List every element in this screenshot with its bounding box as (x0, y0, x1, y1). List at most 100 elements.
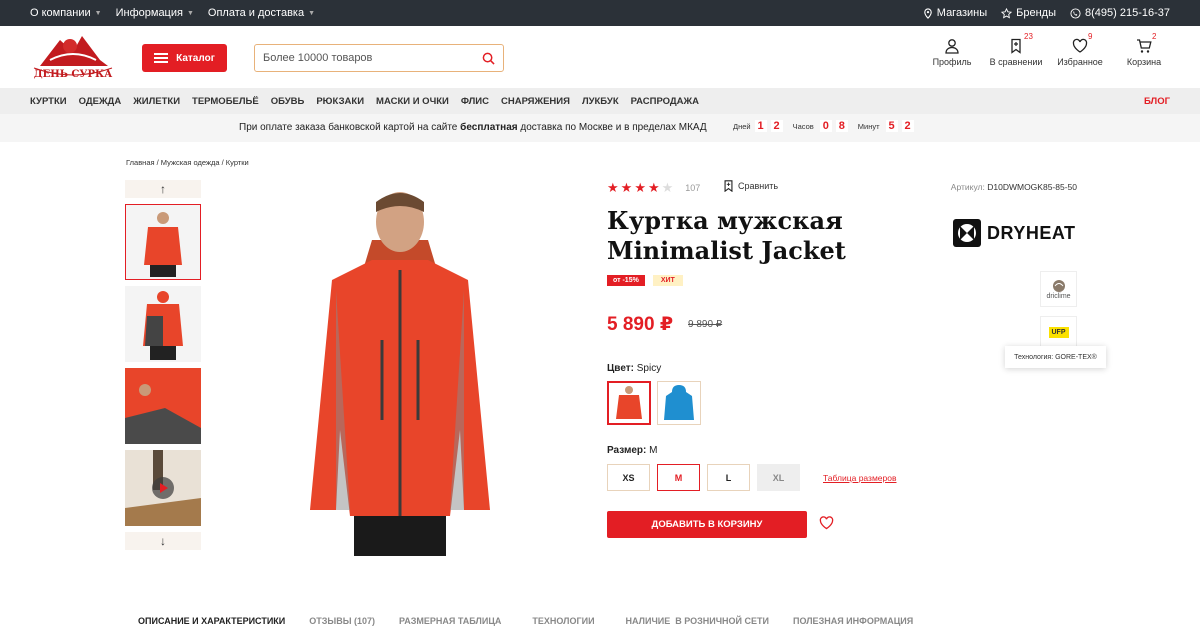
days-digit: 1 (754, 120, 767, 132)
brands-link[interactable]: Бренды (1001, 7, 1056, 19)
product-title-line1: Куртка мужская (607, 206, 843, 235)
bookmark-icon (724, 180, 733, 192)
catalog-button[interactable]: Каталог (142, 44, 227, 72)
star-icon: ★ (647, 180, 660, 195)
menu-delivery-label: Оплата и доставка (207, 7, 305, 19)
technology-tooltip: Технология: GORE-TEX® (1005, 346, 1106, 368)
phone-icon (1070, 7, 1081, 19)
compare-count-badge: 23 (1024, 32, 1033, 41)
driclime-label: driclime (1046, 292, 1071, 300)
menu-about[interactable]: О компании ▼ (30, 7, 102, 19)
compare-button[interactable]: Сравнить (723, 180, 778, 192)
stores-label: Магазины (936, 7, 988, 19)
nav-item-masks[interactable]: МАСКИ И ОЧКИ (376, 96, 449, 107)
arrow-down-icon[interactable]: ↓ (125, 532, 201, 550)
nav-item-blog[interactable]: БЛОГ (1144, 96, 1170, 107)
article-label: Артикул: (950, 182, 985, 192)
logo-text: ДЕНЬ СУРКА (34, 69, 113, 80)
thumbnail-front[interactable] (125, 204, 201, 280)
compare-link[interactable]: 23 В сравнении (984, 32, 1048, 67)
thumbnail-video[interactable] (125, 450, 201, 526)
menu-info[interactable]: Информация ▼ (116, 7, 194, 19)
nav-item-sale[interactable]: РАСПРОДАЖА (631, 96, 699, 107)
profile-label: Профиль (932, 57, 972, 67)
article-value: D10DWMOGK85-85-50 (987, 182, 1077, 192)
search-input[interactable]: Более 10000 товаров (254, 44, 504, 72)
star-icon (1001, 7, 1013, 19)
profile-link[interactable]: Профиль (920, 38, 984, 67)
tab-reviews[interactable]: ОТЗЫВЫ (107) (309, 616, 375, 626)
size-option-xl[interactable]: XL (757, 464, 800, 491)
product-title-line2: Minimalist Jacket (607, 236, 846, 265)
brands-label: Бренды (1016, 7, 1056, 19)
size-label-title: Размер: (607, 445, 647, 456)
favorites-label: Избранное (1057, 57, 1103, 67)
cart-link[interactable]: 2 Корзина (1112, 32, 1176, 67)
nav-item-shoes[interactable]: ОБУВЬ (271, 96, 305, 107)
brand-mark-icon (953, 219, 981, 247)
favorites-link[interactable]: 9 Избранное (1048, 32, 1112, 67)
article-number: Артикул: D10DWMOGK85-85-50 (951, 182, 1077, 192)
nav-item-backpacks[interactable]: РЮКЗАКИ (316, 96, 364, 107)
phone-link[interactable]: 8(495) 215-16-37 (1070, 7, 1170, 19)
heart-icon (1072, 38, 1088, 53)
menu-delivery[interactable]: Оплата и доставка ▼ (208, 7, 315, 19)
compare-button-label: Сравнить (738, 181, 779, 191)
star-empty-icon: ★ (661, 180, 674, 195)
phone-label: 8(495) 215-16-37 (1084, 7, 1170, 19)
menu-about-label: О компании (30, 7, 91, 19)
tab-useful-info[interactable]: ПОЛЕЗНАЯ ИНФОРМАЦИЯ (793, 616, 913, 626)
minutes-digit: 2 (901, 120, 914, 132)
compare-label: В сравнении (989, 57, 1043, 67)
size-table-link[interactable]: Таблица размеров (823, 473, 897, 483)
technology-ufp[interactable]: UFP (1040, 316, 1077, 348)
thumbnail-gallery: ↑ ↓ (125, 180, 201, 550)
product-title: Куртка мужская Minimalist Jacket (607, 206, 846, 266)
brand-logo[interactable]: DRYHEAT (953, 219, 1076, 247)
nav-item-fleece[interactable]: ФЛИС (461, 96, 489, 107)
size-option-xs[interactable]: XS (607, 464, 650, 491)
technology-driclime[interactable]: driclime (1040, 271, 1077, 307)
arrow-up-icon[interactable]: ↑ (125, 180, 201, 198)
header: ДЕНЬ СУРКА Каталог Более 10000 товаров П… (0, 26, 1200, 88)
nav-item-jackets[interactable]: КУРТКИ (30, 96, 67, 107)
hours-label: Часов (792, 121, 814, 131)
color-swatch-spicy[interactable] (607, 381, 651, 425)
tab-availability[interactable]: НАЛИЧИЕ В РОЗНИЧНОЙ СЕТИ (626, 616, 769, 626)
star-icon: ★ (620, 180, 633, 195)
current-price: 5 890 ₽ (607, 314, 674, 335)
add-to-cart-button[interactable]: ДОБАВИТЬ В КОРЗИНУ (607, 511, 807, 538)
color-swatch-blue[interactable] (657, 381, 701, 425)
breadcrumb[interactable]: Главная / Мужская одежда / Куртки (126, 158, 249, 167)
menu-info-label: Информация (115, 7, 183, 19)
cart-label: Корзина (1126, 57, 1162, 67)
cart-icon (1137, 39, 1152, 53)
nav-item-thermal[interactable]: ТЕРМОБЕЛЬЁ (192, 96, 259, 107)
size-selector: XS M L XL Таблица размеров (607, 464, 897, 491)
nav-item-lookbook[interactable]: ЛУКБУК (582, 96, 619, 107)
tab-size-table[interactable]: РАЗМЕРНАЯ ТАБЛИЦА (399, 616, 501, 626)
minutes-digit: 5 (885, 120, 898, 132)
bookmark-icon (1011, 38, 1021, 54)
color-swatches (607, 381, 701, 425)
search-icon[interactable] (482, 52, 495, 65)
brand-name: DRYHEAT (987, 222, 1076, 243)
tab-description[interactable]: ОПИСАНИЕ И ХАРАКТЕРИСТИКИ (138, 616, 285, 626)
tab-technologies[interactable]: ТЕХНОЛОГИИ (532, 616, 594, 626)
nav-item-gear[interactable]: СНАРЯЖЕНИЯ (501, 96, 570, 107)
product-main-image[interactable] (280, 180, 520, 556)
days-digit: 2 (770, 120, 783, 132)
reviews-count[interactable]: 107 (685, 183, 700, 193)
promo-text-before: При оплате заказа банковской картой на с… (239, 122, 461, 133)
thumbnail-back[interactable] (125, 286, 201, 362)
thumbnail-detail[interactable] (125, 368, 201, 444)
user-icon (945, 39, 959, 54)
sale-badge: от -15% (607, 275, 645, 286)
nav-item-clothes[interactable]: ОДЕЖДА (79, 96, 122, 107)
heart-icon[interactable] (819, 516, 834, 530)
nav-item-vests[interactable]: ЖИЛЕТКИ (133, 96, 180, 107)
stores-link[interactable]: Магазины (923, 7, 987, 19)
site-logo[interactable]: ДЕНЬ СУРКА (30, 30, 116, 84)
size-option-l[interactable]: L (707, 464, 750, 491)
size-option-m[interactable]: M (657, 464, 700, 491)
